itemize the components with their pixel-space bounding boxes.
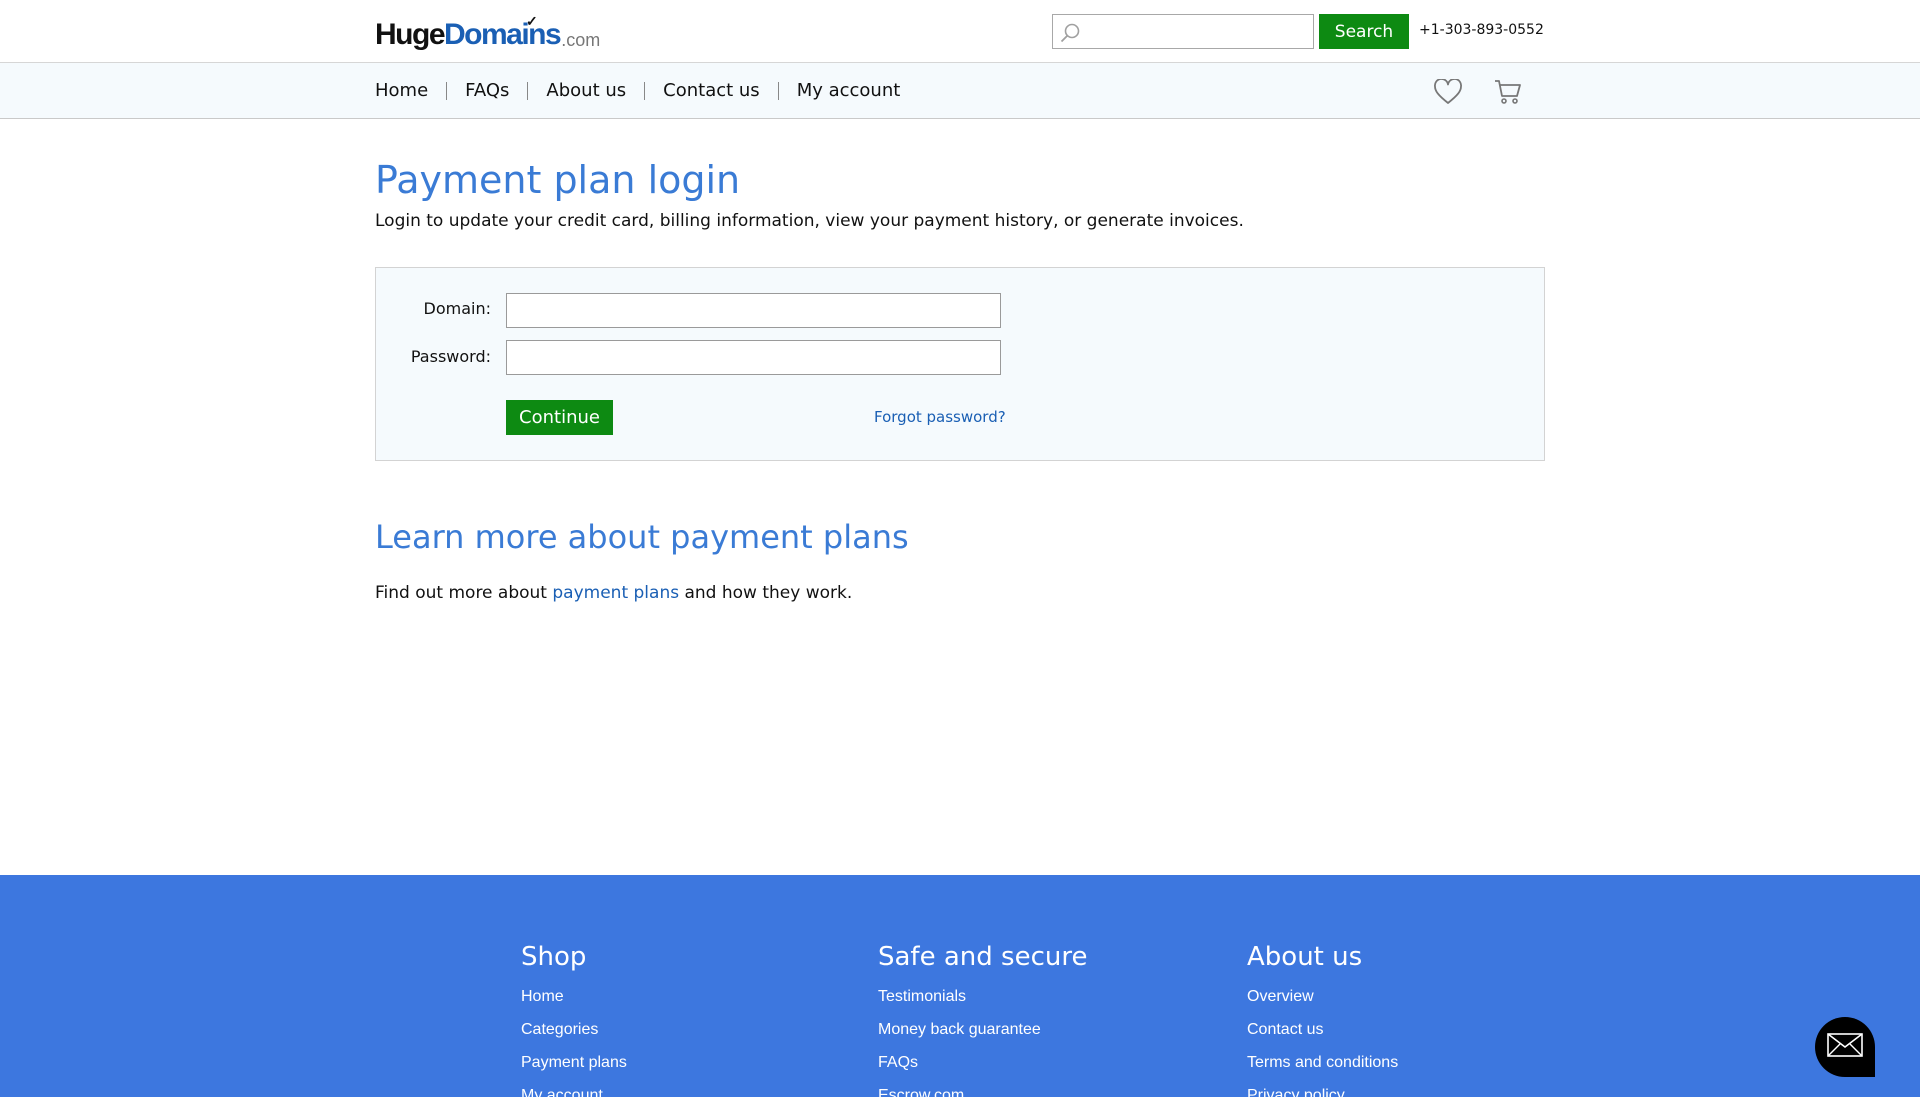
cart-icon[interactable] [1494, 78, 1522, 106]
footer-heading-shop: Shop [521, 942, 587, 972]
nav-about-us[interactable]: About us [527, 82, 644, 100]
footer-heading-about-us: About us [1247, 942, 1363, 972]
footer-column-safe-secure: Safe and secure Testimonials Money back … [878, 940, 1087, 1097]
footer-link-money-back[interactable]: Money back guarantee [878, 1013, 1087, 1046]
search-button[interactable]: Search [1319, 14, 1409, 49]
search-field[interactable] [1052, 14, 1314, 49]
forgot-password-link[interactable]: Forgot password? [874, 408, 1006, 426]
payment-plans-link[interactable]: payment plans [552, 583, 679, 603]
logo-domains: Domains ✓ [444, 13, 562, 51]
checkmark-icon: ✓ [525, 13, 538, 29]
main-nav: Home FAQs About us Contact us My account [375, 63, 918, 119]
heart-icon[interactable] [1434, 79, 1462, 105]
footer-link-overview[interactable]: Overview [1247, 980, 1398, 1013]
footer-link-payment-plans[interactable]: Payment plans [521, 1046, 627, 1079]
footer-link-contact-us[interactable]: Contact us [1247, 1013, 1398, 1046]
footer-link-categories[interactable]: Categories [521, 1013, 627, 1046]
footer-link-home[interactable]: Home [521, 980, 627, 1013]
hugedomains-logo[interactable]: Huge Domains ✓ .com [375, 14, 600, 50]
top-header: Huge Domains ✓ .com Search +1-303-893-055… [0, 0, 1920, 63]
envelope-icon [1827, 1033, 1863, 1057]
footer-link-privacy[interactable]: Privacy policy [1247, 1079, 1398, 1097]
learn-text-after: and how they work. [679, 583, 853, 603]
password-label: Password: [410, 347, 491, 366]
footer-heading-safe-secure: Safe and secure [878, 942, 1088, 972]
footer-column-about-us: About us Overview Contact us Terms and c… [1247, 940, 1398, 1097]
main-nav-bar: Home FAQs About us Contact us My account [0, 63, 1920, 119]
learn-more-text: Find out more about payment plans and ho… [375, 583, 852, 603]
footer-column-shop: Shop Home Categories Payment plans My ac… [521, 940, 627, 1097]
chat-button[interactable] [1815, 1017, 1875, 1077]
footer-link-escrow[interactable]: Escrow.com [878, 1079, 1087, 1097]
page-subtitle: Login to update your credit card, billin… [375, 211, 1244, 231]
logo-huge: Huge [375, 18, 446, 51]
footer-link-my-account[interactable]: My account [521, 1079, 627, 1097]
logo-com: .com [561, 30, 601, 50]
continue-button[interactable]: Continue [506, 400, 613, 435]
learn-text-before: Find out more about [375, 583, 553, 603]
domain-label: Domain: [423, 299, 491, 318]
domain-input[interactable] [506, 293, 1001, 328]
footer-link-terms[interactable]: Terms and conditions [1247, 1046, 1398, 1079]
learn-more-heading: Learn more about payment plans [375, 518, 909, 556]
footer: Shop Home Categories Payment plans My ac… [0, 875, 1920, 1097]
nav-home[interactable]: Home [375, 82, 446, 100]
page-title: Payment plan login [375, 158, 741, 202]
password-input[interactable] [506, 340, 1001, 375]
footer-link-testimonials[interactable]: Testimonials [878, 980, 1087, 1013]
phone-number[interactable]: +1-303-893-0552 [1419, 22, 1544, 38]
search-icon [1060, 23, 1080, 43]
nav-contact-us[interactable]: Contact us [644, 82, 778, 100]
nav-faqs[interactable]: FAQs [446, 82, 527, 100]
footer-link-faqs[interactable]: FAQs [878, 1046, 1087, 1079]
search-input[interactable] [1085, 17, 1309, 46]
nav-my-account[interactable]: My account [777, 82, 919, 100]
